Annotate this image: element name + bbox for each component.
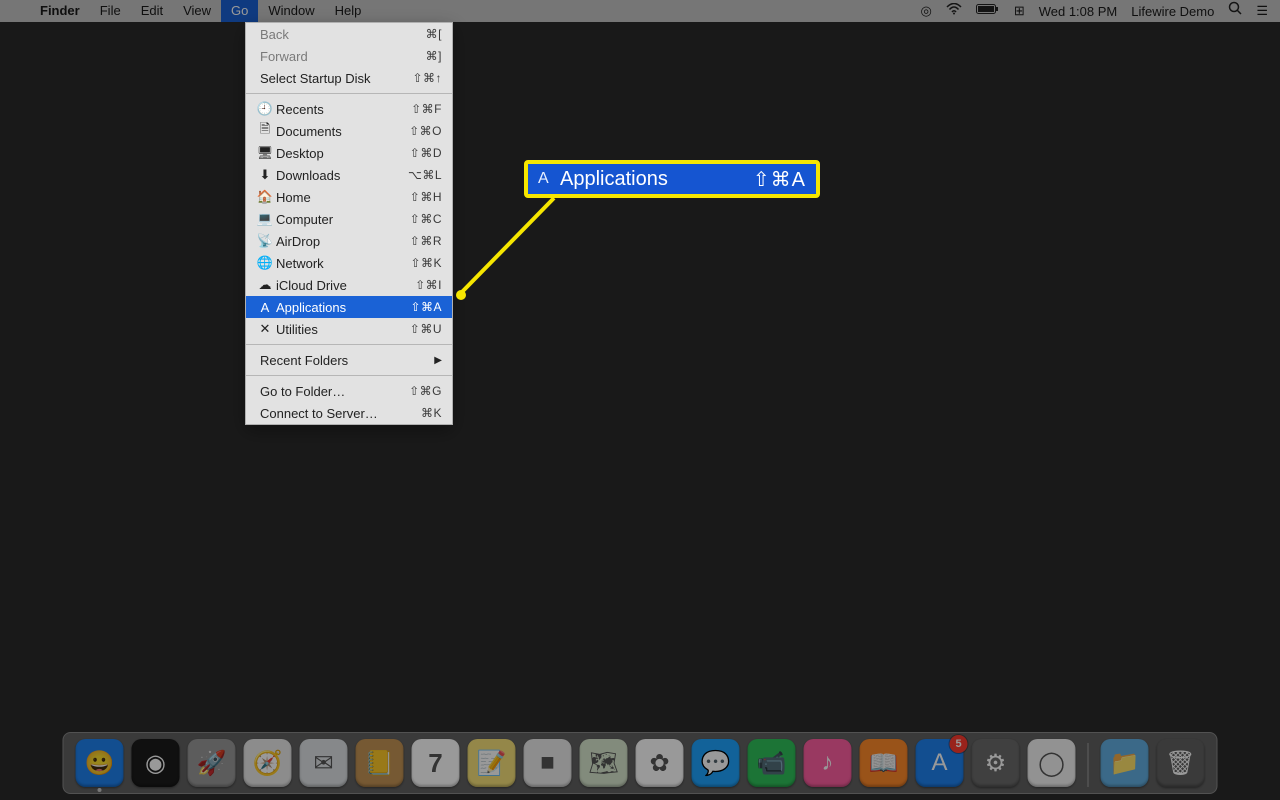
menu-item-startup-disk[interactable]: Select Startup Disk⇧⌘↑ [246,67,452,89]
callout-label: Applications [560,168,753,191]
notification-center-icon[interactable]: ☰ [1256,0,1268,22]
chevron-right-icon: ▶ [434,355,442,366]
running-indicator [98,788,102,792]
annotation-dot [456,290,466,300]
document-icon: 🗎 [256,120,274,142]
dock-launchpad[interactable]: 🚀 [188,739,236,787]
menu-bar: Finder File Edit View Go Window Help ◎ ⊞… [0,0,1280,22]
menu-edit[interactable]: Edit [131,0,173,22]
clock-icon: 🕘 [256,101,274,117]
dock-calendar[interactable]: 7 [412,739,460,787]
menu-item-utilities[interactable]: ✕ Utilities⇧⌘U [246,318,452,340]
dock-facetime[interactable]: 📹 [748,739,796,787]
home-icon: 🏠 [256,189,274,205]
dock-photos[interactable]: ✿ [636,739,684,787]
menu-separator [246,93,452,94]
menu-item-go-to-folder[interactable]: Go to Folder…⇧⌘G [246,380,452,402]
user-name[interactable]: Lifewire Demo [1131,4,1214,19]
wifi-icon[interactable] [946,0,962,22]
dock-finder[interactable]: 😀 [76,739,124,787]
battery-icon[interactable] [976,0,1000,22]
screenshot-dim-overlay [0,0,1280,800]
dock-reminders[interactable]: ■ [524,739,572,787]
dock: 😀◉🚀🧭✉︎📒7📝■🗺✿💬📹♪📖A5⚙︎◯ 📁🗑 [63,732,1218,794]
menu-window[interactable]: Window [258,0,324,22]
menu-item-documents[interactable]: 🗎 Documents⇧⌘O [246,120,452,142]
dock-notes[interactable]: 📝 [468,739,516,787]
dock-siri[interactable]: ◉ [132,739,180,787]
download-icon: ⬇︎ [256,167,274,183]
menu-separator [246,344,452,345]
menu-item-desktop[interactable]: 🖥 Desktop⇧⌘D [246,142,452,164]
cloud-icon: ☁︎ [256,277,274,293]
dock-downloads-stack[interactable]: 📁 [1101,739,1149,787]
menu-item-back: Back⌘[ [246,23,452,45]
menu-item-icloud[interactable]: ☁︎ iCloud Drive⇧⌘I [246,274,452,296]
dock-trash[interactable]: 🗑 [1157,739,1205,787]
menu-go[interactable]: Go [221,0,258,22]
dock-preferences[interactable]: ⚙︎ [972,739,1020,787]
menu-item-home[interactable]: 🏠 Home⇧⌘H [246,186,452,208]
dock-separator [1088,743,1089,787]
menu-item-recent-folders[interactable]: Recent Folders▶ [246,349,452,371]
applications-icon: A [538,170,560,188]
dock-mail[interactable]: ✉︎ [300,739,348,787]
dock-contacts[interactable]: 📒 [356,739,404,787]
menu-item-applications[interactable]: A Applications⇧⌘A [246,296,452,318]
dock-badge: 5 [950,735,968,753]
app-menu[interactable]: Finder [30,0,90,22]
menu-view[interactable]: View [173,0,221,22]
spotlight-icon[interactable] [1228,0,1242,22]
menu-item-network[interactable]: 🌐 Network⇧⌘K [246,252,452,274]
menu-item-recents[interactable]: 🕘 Recents⇧⌘F [246,98,452,120]
clock[interactable]: Wed 1:08 PM [1039,4,1118,19]
dock-maps[interactable]: 🗺 [580,739,628,787]
dock-safari[interactable]: 🧭 [244,739,292,787]
airdrop-icon: 📡 [256,233,274,249]
menu-item-airdrop[interactable]: 📡 AirDrop⇧⌘R [246,230,452,252]
dock-itunes[interactable]: ♪ [804,739,852,787]
dock-appstore[interactable]: A5 [916,739,964,787]
menu-item-connect-server[interactable]: Connect to Server…⌘K [246,402,452,424]
dock-ibooks[interactable]: 📖 [860,739,908,787]
menu-item-downloads[interactable]: ⬇︎ Downloads⌥⌘L [246,164,452,186]
computer-icon: 💻 [256,211,274,227]
dock-chrome[interactable]: ◯ [1028,739,1076,787]
applications-icon: A [256,300,274,315]
input-source-icon[interactable]: ⊞ [1014,0,1025,22]
callout-shortcut: ⇧⌘A [753,167,806,192]
menu-file[interactable]: File [90,0,131,22]
menu-separator [246,375,452,376]
creative-cloud-icon[interactable]: ◎ [920,0,931,22]
menu-item-forward: Forward⌘] [246,45,452,67]
dock-messages[interactable]: 💬 [692,739,740,787]
menu-item-computer[interactable]: 💻 Computer⇧⌘C [246,208,452,230]
menu-help[interactable]: Help [325,0,372,22]
desktop-icon: 🖥 [256,145,274,161]
network-icon: 🌐 [256,255,274,271]
utilities-icon: ✕ [256,321,274,337]
go-menu-dropdown: Back⌘[ Forward⌘] Select Startup Disk⇧⌘↑ … [245,22,453,425]
callout-applications: A Applications ⇧⌘A [524,160,820,198]
